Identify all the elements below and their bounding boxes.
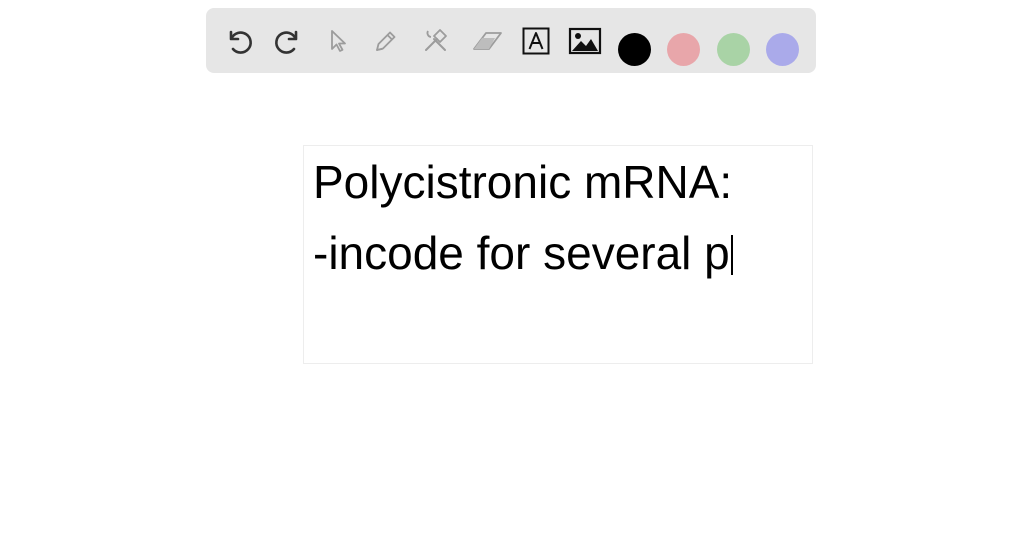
eraser-icon	[473, 32, 502, 50]
image-icon	[568, 27, 602, 55]
pencil-icon	[376, 31, 396, 51]
tools-button[interactable]	[419, 24, 453, 58]
image-tool-button[interactable]	[568, 24, 602, 58]
color-swatch-green[interactable]	[717, 33, 750, 66]
text-box[interactable]: Polycistronic mRNA: -incode for several …	[303, 145, 813, 364]
pointer-icon	[331, 30, 346, 52]
select-tool-button[interactable]	[321, 24, 355, 58]
drawing-toolbar	[206, 8, 816, 73]
text-line: Polycistronic mRNA:	[313, 156, 733, 208]
whiteboard-canvas[interactable]: Polycistronic mRNA: -incode for several …	[0, 0, 1024, 560]
eraser-tool-button[interactable]	[470, 24, 504, 58]
text-line-editing: -incode for several p	[313, 225, 733, 281]
tools-icon	[425, 29, 447, 51]
redo-icon	[275, 30, 298, 54]
color-swatch-black[interactable]	[618, 33, 651, 66]
redo-button[interactable]	[271, 24, 305, 58]
color-swatch-purple[interactable]	[766, 33, 799, 66]
undo-button[interactable]	[222, 24, 256, 58]
undo-icon	[229, 30, 252, 54]
text-box-icon	[522, 27, 550, 55]
text-line-content: -incode for several p	[313, 227, 730, 279]
text-tool-button[interactable]	[519, 24, 553, 58]
pen-tool-button[interactable]	[369, 24, 403, 58]
text-caret	[730, 235, 733, 275]
color-swatch-red[interactable]	[667, 33, 700, 66]
